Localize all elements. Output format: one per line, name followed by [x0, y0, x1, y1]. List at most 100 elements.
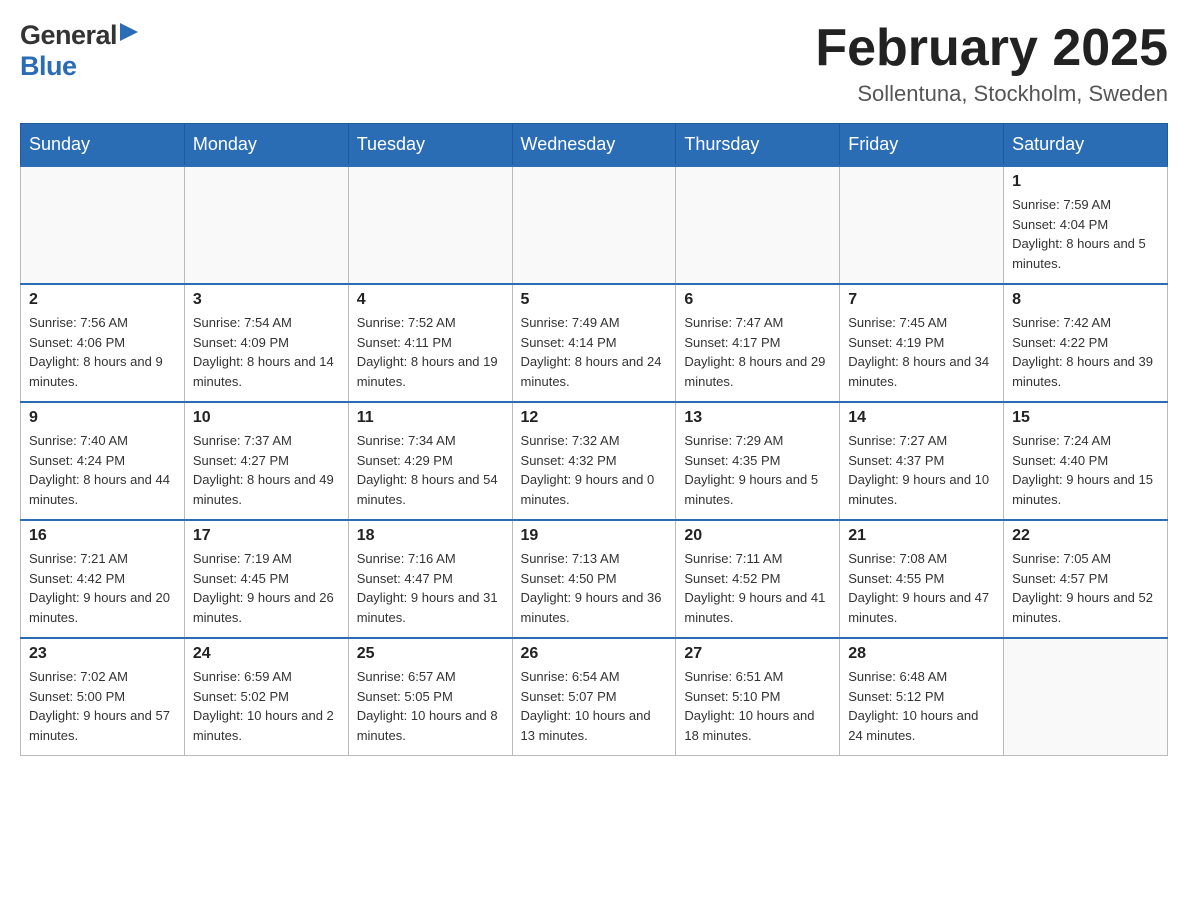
- day-number: 18: [357, 527, 504, 545]
- calendar-week-row: 1 Sunrise: 7:59 AMSunset: 4:04 PMDaylight…: [21, 166, 1168, 284]
- day-info: Sunrise: 7:21 AMSunset: 4:42 PMDaylight:…: [29, 549, 176, 627]
- weekday-header-wednesday: Wednesday: [512, 124, 676, 167]
- day-info: Sunrise: 7:08 AMSunset: 4:55 PMDaylight:…: [848, 549, 995, 627]
- day-info: Sunrise: 6:51 AMSunset: 5:10 PMDaylight:…: [684, 667, 831, 745]
- calendar-cell: 18 Sunrise: 7:16 AMSunset: 4:47 PMDayligh…: [348, 520, 512, 638]
- day-number: 28: [848, 645, 995, 663]
- day-number: 2: [29, 291, 176, 309]
- day-info: Sunrise: 7:54 AMSunset: 4:09 PMDaylight:…: [193, 313, 340, 391]
- calendar-cell: 24 Sunrise: 6:59 AMSunset: 5:02 PMDayligh…: [184, 638, 348, 756]
- calendar-cell: 7Sunrise: 7:45 AMSunset: 4:19 PMDaylight…: [840, 284, 1004, 402]
- day-number: 6: [684, 291, 831, 309]
- day-info: Sunrise: 6:54 AMSunset: 5:07 PMDaylight:…: [521, 667, 668, 745]
- day-info: Sunrise: 7:47 AMSunset: 4:17 PMDaylight:…: [684, 313, 831, 391]
- weekday-header-tuesday: Tuesday: [348, 124, 512, 167]
- weekday-header-monday: Monday: [184, 124, 348, 167]
- day-info: Sunrise: 7:52 AMSunset: 4:11 PMDaylight:…: [357, 313, 504, 391]
- calendar-cell: 3 Sunrise: 7:54 AMSunset: 4:09 PMDaylight…: [184, 284, 348, 402]
- calendar-cell: 10Sunrise: 7:37 AMSunset: 4:27 PMDayligh…: [184, 402, 348, 520]
- day-number: 8: [1012, 291, 1159, 309]
- calendar-cell: 15Sunrise: 7:24 AMSunset: 4:40 PMDayligh…: [1004, 402, 1168, 520]
- day-info: Sunrise: 7:34 AMSunset: 4:29 PMDaylight:…: [357, 431, 504, 509]
- weekday-header-sunday: Sunday: [21, 124, 185, 167]
- calendar-cell: 9 Sunrise: 7:40 AMSunset: 4:24 PMDaylight…: [21, 402, 185, 520]
- logo-blue-text: Blue: [20, 51, 77, 81]
- page-header: General Blue February 2025 Sollentuna, S…: [20, 20, 1168, 107]
- calendar-header: SundayMondayTuesdayWednesdayThursdayFrid…: [21, 124, 1168, 167]
- calendar-cell: 2 Sunrise: 7:56 AMSunset: 4:06 PMDaylight…: [21, 284, 185, 402]
- day-info: Sunrise: 7:32 AMSunset: 4:32 PMDaylight:…: [521, 431, 668, 509]
- calendar-cell: 13 Sunrise: 7:29 AMSunset: 4:35 PMDayligh…: [676, 402, 840, 520]
- calendar-week-row: 2 Sunrise: 7:56 AMSunset: 4:06 PMDaylight…: [21, 284, 1168, 402]
- calendar-week-row: 16 Sunrise: 7:21 AMSunset: 4:42 PMDayligh…: [21, 520, 1168, 638]
- calendar-cell: [21, 166, 185, 284]
- day-number: 7: [848, 291, 995, 309]
- day-number: 12: [521, 409, 668, 427]
- calendar-cell: [184, 166, 348, 284]
- logo: General Blue: [20, 20, 138, 82]
- day-number: 3: [193, 291, 340, 309]
- day-info: Sunrise: 7:56 AMSunset: 4:06 PMDaylight:…: [29, 313, 176, 391]
- calendar-cell: 16 Sunrise: 7:21 AMSunset: 4:42 PMDayligh…: [21, 520, 185, 638]
- calendar-cell: 28 Sunrise: 6:48 AMSunset: 5:12 PMDayligh…: [840, 638, 1004, 756]
- day-number: 22: [1012, 527, 1159, 545]
- day-number: 17: [193, 527, 340, 545]
- calendar-cell: 22 Sunrise: 7:05 AMSunset: 4:57 PMDayligh…: [1004, 520, 1168, 638]
- calendar-cell: [1004, 638, 1168, 756]
- day-info: Sunrise: 7:11 AMSunset: 4:52 PMDaylight:…: [684, 549, 831, 627]
- day-info: Sunrise: 7:40 AMSunset: 4:24 PMDaylight:…: [29, 431, 176, 509]
- calendar-cell: 4 Sunrise: 7:52 AMSunset: 4:11 PMDaylight…: [348, 284, 512, 402]
- calendar-cell: 11 Sunrise: 7:34 AMSunset: 4:29 PMDayligh…: [348, 402, 512, 520]
- day-number: 5: [521, 291, 668, 309]
- day-info: Sunrise: 7:27 AMSunset: 4:37 PMDaylight:…: [848, 431, 995, 509]
- day-number: 15: [1012, 409, 1159, 427]
- month-title: February 2025: [815, 20, 1168, 77]
- day-number: 19: [521, 527, 668, 545]
- day-info: Sunrise: 7:16 AMSunset: 4:47 PMDaylight:…: [357, 549, 504, 627]
- calendar-cell: 23 Sunrise: 7:02 AMSunset: 5:00 PMDayligh…: [21, 638, 185, 756]
- logo-general-text: General: [20, 20, 117, 51]
- calendar-body: 1 Sunrise: 7:59 AMSunset: 4:04 PMDaylight…: [21, 166, 1168, 756]
- day-info: Sunrise: 7:59 AMSunset: 4:04 PMDaylight:…: [1012, 195, 1159, 273]
- calendar-cell: 26Sunrise: 6:54 AMSunset: 5:07 PMDayligh…: [512, 638, 676, 756]
- calendar-cell: 5Sunrise: 7:49 AMSunset: 4:14 PMDaylight…: [512, 284, 676, 402]
- day-info: Sunrise: 6:57 AMSunset: 5:05 PMDaylight:…: [357, 667, 504, 745]
- calendar-cell: 19Sunrise: 7:13 AMSunset: 4:50 PMDayligh…: [512, 520, 676, 638]
- day-number: 20: [684, 527, 831, 545]
- day-info: Sunrise: 7:05 AMSunset: 4:57 PMDaylight:…: [1012, 549, 1159, 627]
- day-number: 11: [357, 409, 504, 427]
- calendar-week-row: 23 Sunrise: 7:02 AMSunset: 5:00 PMDayligh…: [21, 638, 1168, 756]
- calendar-cell: 21 Sunrise: 7:08 AMSunset: 4:55 PMDayligh…: [840, 520, 1004, 638]
- day-info: Sunrise: 7:37 AMSunset: 4:27 PMDaylight:…: [193, 431, 340, 509]
- calendar-cell: [840, 166, 1004, 284]
- day-info: Sunrise: 7:29 AMSunset: 4:35 PMDaylight:…: [684, 431, 831, 509]
- day-info: Sunrise: 6:48 AMSunset: 5:12 PMDaylight:…: [848, 667, 995, 745]
- day-number: 24: [193, 645, 340, 663]
- day-number: 13: [684, 409, 831, 427]
- day-number: 25: [357, 645, 504, 663]
- calendar-cell: 20 Sunrise: 7:11 AMSunset: 4:52 PMDayligh…: [676, 520, 840, 638]
- calendar-week-row: 9 Sunrise: 7:40 AMSunset: 4:24 PMDaylight…: [21, 402, 1168, 520]
- day-number: 4: [357, 291, 504, 309]
- day-info: Sunrise: 7:42 AMSunset: 4:22 PMDaylight:…: [1012, 313, 1159, 391]
- day-info: Sunrise: 7:19 AMSunset: 4:45 PMDaylight:…: [193, 549, 340, 627]
- day-number: 16: [29, 527, 176, 545]
- calendar-cell: 1 Sunrise: 7:59 AMSunset: 4:04 PMDaylight…: [1004, 166, 1168, 284]
- day-number: 9: [29, 409, 176, 427]
- day-number: 23: [29, 645, 176, 663]
- logo-triangle-icon: [120, 21, 138, 48]
- calendar-cell: 25 Sunrise: 6:57 AMSunset: 5:05 PMDayligh…: [348, 638, 512, 756]
- calendar-cell: [512, 166, 676, 284]
- title-block: February 2025 Sollentuna, Stockholm, Swe…: [815, 20, 1168, 107]
- day-number: 14: [848, 409, 995, 427]
- day-number: 1: [1012, 173, 1159, 191]
- day-number: 21: [848, 527, 995, 545]
- calendar-cell: 6 Sunrise: 7:47 AMSunset: 4:17 PMDaylight…: [676, 284, 840, 402]
- calendar-cell: 8 Sunrise: 7:42 AMSunset: 4:22 PMDaylight…: [1004, 284, 1168, 402]
- day-info: Sunrise: 6:59 AMSunset: 5:02 PMDaylight:…: [193, 667, 340, 745]
- day-info: Sunrise: 7:02 AMSunset: 5:00 PMDaylight:…: [29, 667, 176, 745]
- weekday-header-saturday: Saturday: [1004, 124, 1168, 167]
- calendar-cell: 12 Sunrise: 7:32 AMSunset: 4:32 PMDayligh…: [512, 402, 676, 520]
- weekday-header-row: SundayMondayTuesdayWednesdayThursdayFrid…: [21, 124, 1168, 167]
- calendar-cell: 14 Sunrise: 7:27 AMSunset: 4:37 PMDayligh…: [840, 402, 1004, 520]
